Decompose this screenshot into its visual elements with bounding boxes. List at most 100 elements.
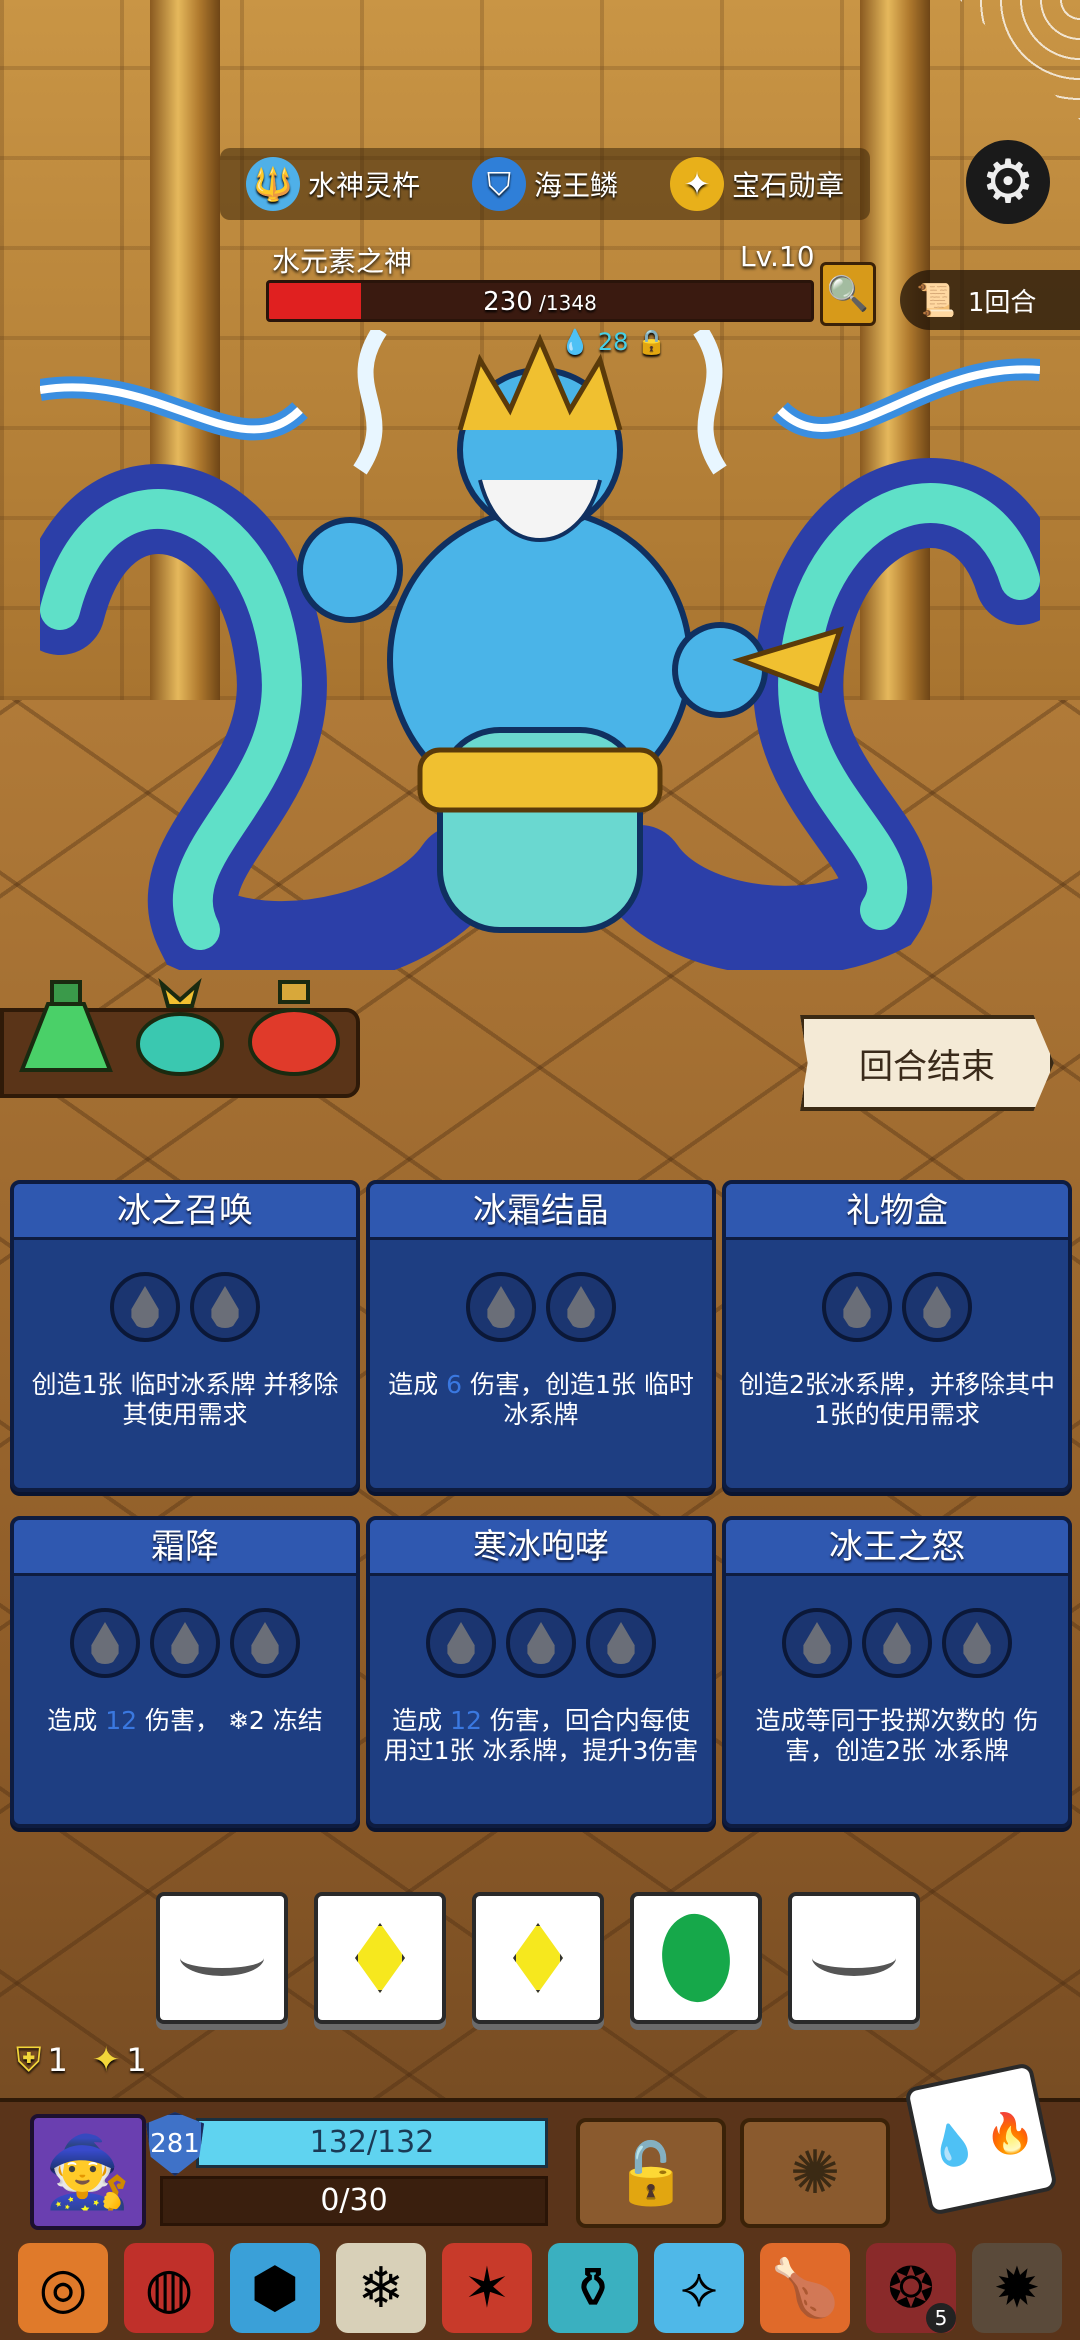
- relic-bar: 🔱 水神灵杵 ⛉ 海王鳞 ✦ 宝石勋章: [220, 148, 870, 220]
- dice-slot[interactable]: [902, 1272, 972, 1342]
- dice-slot[interactable]: [822, 1272, 892, 1342]
- card-description: 造成 12 伤害，回合内每使用过1张 冰系牌，提升3伤害: [382, 1706, 700, 1766]
- dice-slot[interactable]: [782, 1608, 852, 1678]
- star-count: 1: [126, 2041, 147, 2079]
- card-description: 创造1张 临时冰系牌 并移除其使用需求: [26, 1370, 344, 1430]
- enemy-hp-text: 230 /1348: [269, 287, 811, 317]
- inspect-enemy-button[interactable]: 🔍: [820, 262, 876, 326]
- meat-item-icon[interactable]: 🍗: [760, 2243, 850, 2333]
- shield-icon: ⛨: [16, 2040, 42, 2080]
- dice-slot[interactable]: [466, 1272, 536, 1342]
- water-drop-icon: [607, 1622, 635, 1664]
- dice-slot[interactable]: [190, 1272, 260, 1342]
- relic-item[interactable]: ⛉ 海王鳞: [471, 157, 618, 211]
- player-avatar[interactable]: 🧙: [30, 2114, 146, 2230]
- water-god-boss[interactable]: [40, 330, 1040, 970]
- skill-card[interactable]: 霜降 造成 12 伤害， ❄2 冻结: [10, 1516, 360, 1828]
- item-bar: ◎ ◍ ⬢ ❄ ✶ ⚱ ⟡ 🍗 ❂ 5 ✹: [0, 2236, 1080, 2340]
- water-drop-icon: [527, 1622, 555, 1664]
- water-drop-icon: [883, 1622, 911, 1664]
- green-potion-icon[interactable]: [18, 978, 114, 1078]
- shield-disc-item-icon[interactable]: ◎: [18, 2243, 108, 2333]
- card-desc-text: 伤害， ❄2 冻结: [137, 1706, 323, 1735]
- end-turn-button[interactable]: 回合结束: [800, 1015, 1054, 1111]
- relic-item[interactable]: 🔱 水神灵杵: [245, 157, 420, 211]
- dice-slot[interactable]: [230, 1608, 300, 1678]
- snow-scroll-item-icon[interactable]: ❄: [336, 2243, 426, 2333]
- water-drop-icon: [91, 1622, 119, 1664]
- card-title: 寒冰咆哮: [370, 1520, 712, 1576]
- player-hp-bar: 132/132: [196, 2118, 548, 2168]
- dice-slot[interactable]: [942, 1608, 1012, 1678]
- settings-gear-icon[interactable]: ⚙: [966, 140, 1050, 224]
- round-counter: 📜 1回合: [900, 270, 1080, 330]
- water-drop-icon: [923, 1286, 951, 1328]
- card-desc-text: 创造1张 临时: [31, 1370, 181, 1399]
- skill-slot-splat[interactable]: ✺: [740, 2118, 890, 2228]
- star-status: ✦ 1: [92, 2040, 147, 2080]
- skill-slot-lock[interactable]: 🔓: [576, 2118, 726, 2228]
- rolled-die[interactable]: [472, 1892, 604, 2024]
- card-desc-text: 创造2张冰系牌，并移除其中1张的使用需求: [739, 1370, 1055, 1429]
- dice-slot[interactable]: [506, 1608, 576, 1678]
- scroll-icon: 📜: [916, 281, 956, 319]
- shield-status: ⛨ 1: [16, 2040, 68, 2080]
- dice-slot[interactable]: [586, 1608, 656, 1678]
- relic-item[interactable]: ✦ 宝石勋章: [669, 157, 844, 211]
- water-drop-icon: [487, 1286, 515, 1328]
- player-xp-bar: 0/30: [160, 2176, 548, 2226]
- teal-potion-icon[interactable]: [132, 978, 228, 1078]
- fire-icon: 🔥: [980, 2105, 1039, 2162]
- rune-disc-item-icon[interactable]: ❂ 5: [866, 2243, 956, 2333]
- card-damage-value: 6: [446, 1370, 463, 1399]
- closed-eye-face-icon: [812, 1940, 896, 1976]
- water-drop-icon: 💧: [923, 2117, 982, 2174]
- card-cost: [14, 1272, 356, 1342]
- ring-item-icon[interactable]: ◍: [124, 2243, 214, 2333]
- dice-slot[interactable]: [862, 1608, 932, 1678]
- dice-slot[interactable]: [70, 1608, 140, 1678]
- rolled-die[interactable]: [788, 1892, 920, 2024]
- diamond-face-icon: [513, 1923, 563, 1993]
- leaf-face-icon: [646, 1904, 746, 2012]
- card-description: 造成等同于投掷次数的 伤害，创造2张 冰系牌: [738, 1706, 1056, 1766]
- card-cost: [726, 1272, 1068, 1342]
- rolled-die[interactable]: [314, 1892, 446, 2024]
- skill-card[interactable]: 礼物盒创造2张冰系牌，并移除其中1张的使用需求: [722, 1180, 1072, 1492]
- status-row: ⛨ 1 ✦ 1: [16, 2040, 147, 2080]
- rolled-die[interactable]: [630, 1892, 762, 2024]
- skill-card[interactable]: 冰霜结晶 造成 6 伤害，创造1张 临时 冰系牌: [366, 1180, 716, 1492]
- skill-card[interactable]: 寒冰咆哮造成 12 伤害，回合内每使用过1张 冰系牌，提升3伤害: [366, 1516, 716, 1828]
- card-title: 冰之召唤: [14, 1184, 356, 1240]
- dice-slot[interactable]: [110, 1272, 180, 1342]
- beast-item-icon[interactable]: ✹: [972, 2243, 1062, 2333]
- card-cost: [370, 1272, 712, 1342]
- closed-eye-face-icon: [180, 1940, 264, 1976]
- card-damage-value: 12: [450, 1706, 482, 1735]
- red-potion-icon[interactable]: [246, 978, 342, 1078]
- skill-card[interactable]: 冰之召唤创造1张 临时冰系牌 并移除其使用需求: [10, 1180, 360, 1492]
- dice-slot[interactable]: [546, 1272, 616, 1342]
- rolled-die[interactable]: [156, 1892, 288, 2024]
- water-drop-icon: [803, 1622, 831, 1664]
- jester-item-icon[interactable]: ✶: [442, 2243, 532, 2333]
- card-title: 礼物盒: [726, 1184, 1068, 1240]
- shield-count: 1: [47, 2041, 68, 2079]
- card-cost: [726, 1608, 1068, 1678]
- water-drop-icon: [843, 1286, 871, 1328]
- skill-card[interactable]: 冰王之怒 造成等同于投掷次数的 伤害，创造2张 冰系牌: [722, 1516, 1072, 1828]
- crystal-sword-item-icon[interactable]: ⟡: [654, 2243, 744, 2333]
- lock-pick-icon: 🔓: [613, 2138, 689, 2209]
- pumpkin-gem-item-icon[interactable]: ⬢: [230, 2243, 320, 2333]
- card-desc-text: 造成: [47, 1706, 106, 1735]
- water-drop-icon: [251, 1622, 279, 1664]
- magnifier-icon: 🔍: [826, 274, 870, 314]
- water-drop-icon: [171, 1622, 199, 1664]
- dice-slot[interactable]: [426, 1608, 496, 1678]
- dice-slot[interactable]: [150, 1608, 220, 1678]
- jar-item-icon[interactable]: ⚱: [548, 2243, 638, 2333]
- scale-relic-icon: ⛉: [471, 157, 526, 211]
- roll-dice-button[interactable]: 💧 🔥: [903, 2061, 1059, 2217]
- card-cost: [14, 1608, 356, 1678]
- card-desc-text: 冰系牌: [925, 1736, 1009, 1765]
